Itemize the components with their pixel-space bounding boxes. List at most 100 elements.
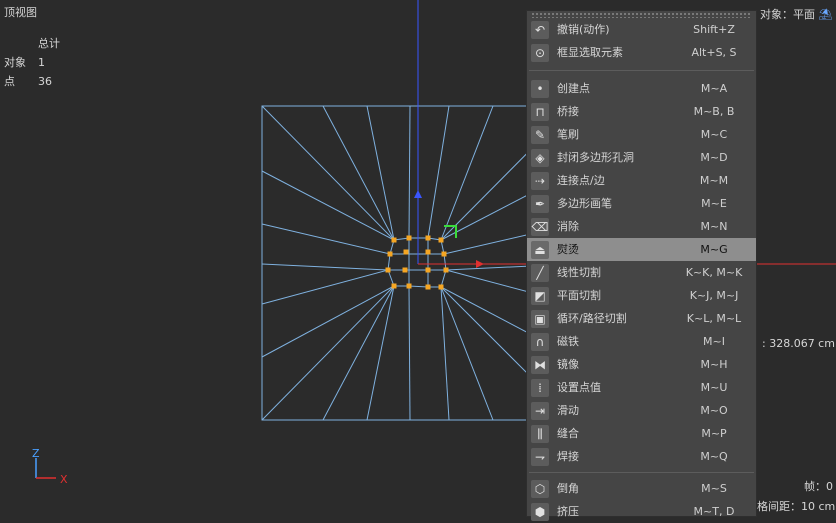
mesh-point: [403, 249, 409, 255]
frame-selection-icon: ⊙: [531, 43, 549, 62]
mesh-edge: [427, 105, 450, 239]
menu-separator: [529, 70, 754, 71]
menu-item-label: 滑动: [557, 404, 579, 417]
menu-item-polygon-pen[interactable]: ✒ 多边形画笔 M~E: [527, 192, 756, 215]
mesh-edge: [261, 263, 389, 271]
menu-item-shortcut: M~S: [701, 482, 727, 495]
menu-item-frame-selection[interactable]: ⊙ 框显选取元素 Alt+S, S: [527, 41, 756, 64]
menu-item-mirror[interactable]: ⧓ 镜像 M~H: [527, 353, 756, 376]
iron-icon: ⏏: [531, 240, 549, 259]
menu-item-plane-cut[interactable]: ◩ 平面切割 K~J, M~J: [527, 284, 756, 307]
menu-item-shortcut: Shift+Z: [693, 23, 735, 36]
menu-item-shortcut: M~M: [699, 174, 729, 187]
menu-item-dissolve[interactable]: ⌫ 消除 M~N: [527, 215, 756, 238]
menu-item-label: 线性切割: [557, 266, 601, 279]
frame-readout: 帧：0: [804, 480, 833, 493]
menu-item-iron[interactable]: ⏏ 熨烫 M~G: [527, 238, 756, 261]
menu-item-set-point-value[interactable]: ⁞ 设置点值 M~U: [527, 376, 756, 399]
menu-item-shortcut: M~O: [700, 404, 728, 417]
menu-item-shortcut: M~A: [700, 82, 728, 95]
menu-item-line-cut[interactable]: ╱ 线性切割 K~K, M~K: [527, 261, 756, 284]
viewport-title: 顶视图: [4, 6, 37, 19]
menu-item-shortcut: M~H: [700, 358, 728, 371]
create-point-icon: •: [531, 79, 549, 98]
menu-item-shortcut: K~K, M~K: [685, 266, 743, 279]
menu-item-connect-points-edges[interactable]: ⇢ 连接点/边 M~M: [527, 169, 756, 192]
menu-item-loop-path-cut[interactable]: ▣ 循环/路径切割 K~L, M~L: [527, 307, 756, 330]
mesh-point: [385, 267, 391, 273]
menu-item-label: 撤销(动作): [557, 23, 610, 36]
grid-spacing-readout: 格间距：10 cm: [757, 500, 836, 513]
axis-indicator-x-label: X: [60, 473, 68, 486]
menu-item-shortcut: Alt+S, S: [691, 46, 737, 59]
menu-item-close-polygon-hole[interactable]: ◈ 封闭多边形孔洞 M~D: [527, 146, 756, 169]
inner-ring-edge: [387, 237, 447, 288]
mesh-point: [425, 284, 431, 290]
menu-item-undo[interactable]: ↶ 撤销(动作) Shift+Z: [527, 18, 756, 41]
menu-item-bridge[interactable]: ⊓ 桥接 M~B, B: [527, 100, 756, 123]
undo-icon: ↶: [531, 20, 549, 39]
slide-icon: ⇥: [531, 401, 549, 420]
menu-item-shortcut: M~C: [700, 128, 728, 141]
menu-item-brush[interactable]: ✎ 笔刷 M~C: [527, 123, 756, 146]
menu-item-extrude[interactable]: ⬢ 挤压 M~T, D: [527, 500, 756, 523]
mesh-edge: [261, 285, 395, 358]
menu-item-label: 框显选取元素: [557, 46, 623, 59]
menu-item-label: 镜像: [557, 358, 579, 371]
mesh-point: [425, 235, 431, 241]
menu-item-label: 磁铁: [557, 335, 579, 348]
menu-item-weld[interactable]: ⇁ 焊接 M~Q: [527, 445, 756, 468]
mesh-edge: [261, 105, 395, 241]
menu-item-shortcut: M~E: [701, 197, 727, 210]
set-point-value-icon: ⁞: [531, 378, 549, 397]
menu-item-slide[interactable]: ⇥ 滑动 M~O: [527, 399, 756, 422]
menu-item-label: 笔刷: [557, 128, 579, 141]
context-menu: ↶ 撤销(动作) Shift+Z ⊙ 框显选取元素 Alt+S, S • 创建点 M~A ⊓ 桥接…: [526, 10, 757, 521]
menu-item-stitch[interactable]: ⫼ 缝合 M~P: [527, 422, 756, 445]
mesh-edge: [261, 170, 395, 241]
menu-item-label: 消除: [557, 220, 579, 233]
menu-item-label: 焊接: [557, 450, 579, 463]
y-axis-arrow: [414, 190, 422, 198]
menu-item-shortcut: M~D: [700, 151, 728, 164]
mesh-point: [391, 237, 397, 243]
plane-cut-icon: ◩: [531, 286, 549, 305]
menu-item-create-point[interactable]: • 创建点 M~A: [527, 77, 756, 100]
distance-readout: : 328.067 cm: [762, 337, 835, 350]
menu-item-shortcut: M~I: [703, 335, 725, 348]
stats-row-points: 点 36: [4, 72, 78, 91]
dissolve-icon: ⌫: [531, 217, 549, 236]
menu-item-magnet[interactable]: ∩ 磁铁 M~I: [527, 330, 756, 353]
stats-value: 36: [38, 75, 52, 88]
mesh-edge: [366, 285, 395, 421]
menu-item-label: 倒角: [557, 482, 579, 495]
menu-item-bevel[interactable]: ⬡ 倒角 M~S: [527, 477, 756, 500]
stats-label: 对象: [4, 56, 26, 69]
stats-label: 点: [4, 75, 15, 88]
mesh-edge: [440, 286, 494, 421]
stitch-icon: ⫼: [531, 424, 549, 443]
mesh-point: [438, 284, 444, 290]
mirror-icon: ⧓: [531, 355, 549, 374]
mesh-edge: [261, 285, 395, 421]
menu-item-shortcut: K~J, M~J: [689, 289, 739, 302]
mesh-edge: [440, 105, 494, 241]
mesh-edge: [440, 286, 450, 421]
menu-item-shortcut: K~L, M~L: [686, 312, 742, 325]
bridge-icon: ⊓: [531, 102, 549, 121]
mesh-edge: [408, 285, 411, 421]
stats-value: 1: [38, 56, 45, 69]
mesh-edge: [322, 105, 395, 241]
stats-panel: 总计 对象 1 点 36: [4, 34, 78, 91]
weld-icon: ⇁: [531, 447, 549, 466]
bevel-icon: ⬡: [531, 479, 549, 498]
stats-header: 总计: [38, 37, 60, 50]
menu-item-label: 挤压: [557, 505, 579, 518]
mesh-edge: [322, 285, 395, 421]
mesh-point: [391, 283, 397, 289]
mesh-point: [406, 235, 412, 241]
menu-item-label: 平面切割: [557, 289, 601, 302]
menu-item-label: 封闭多边形孔洞: [557, 151, 634, 164]
menu-item-label: 连接点/边: [557, 174, 605, 187]
loop-path-cut-icon: ▣: [531, 309, 549, 328]
